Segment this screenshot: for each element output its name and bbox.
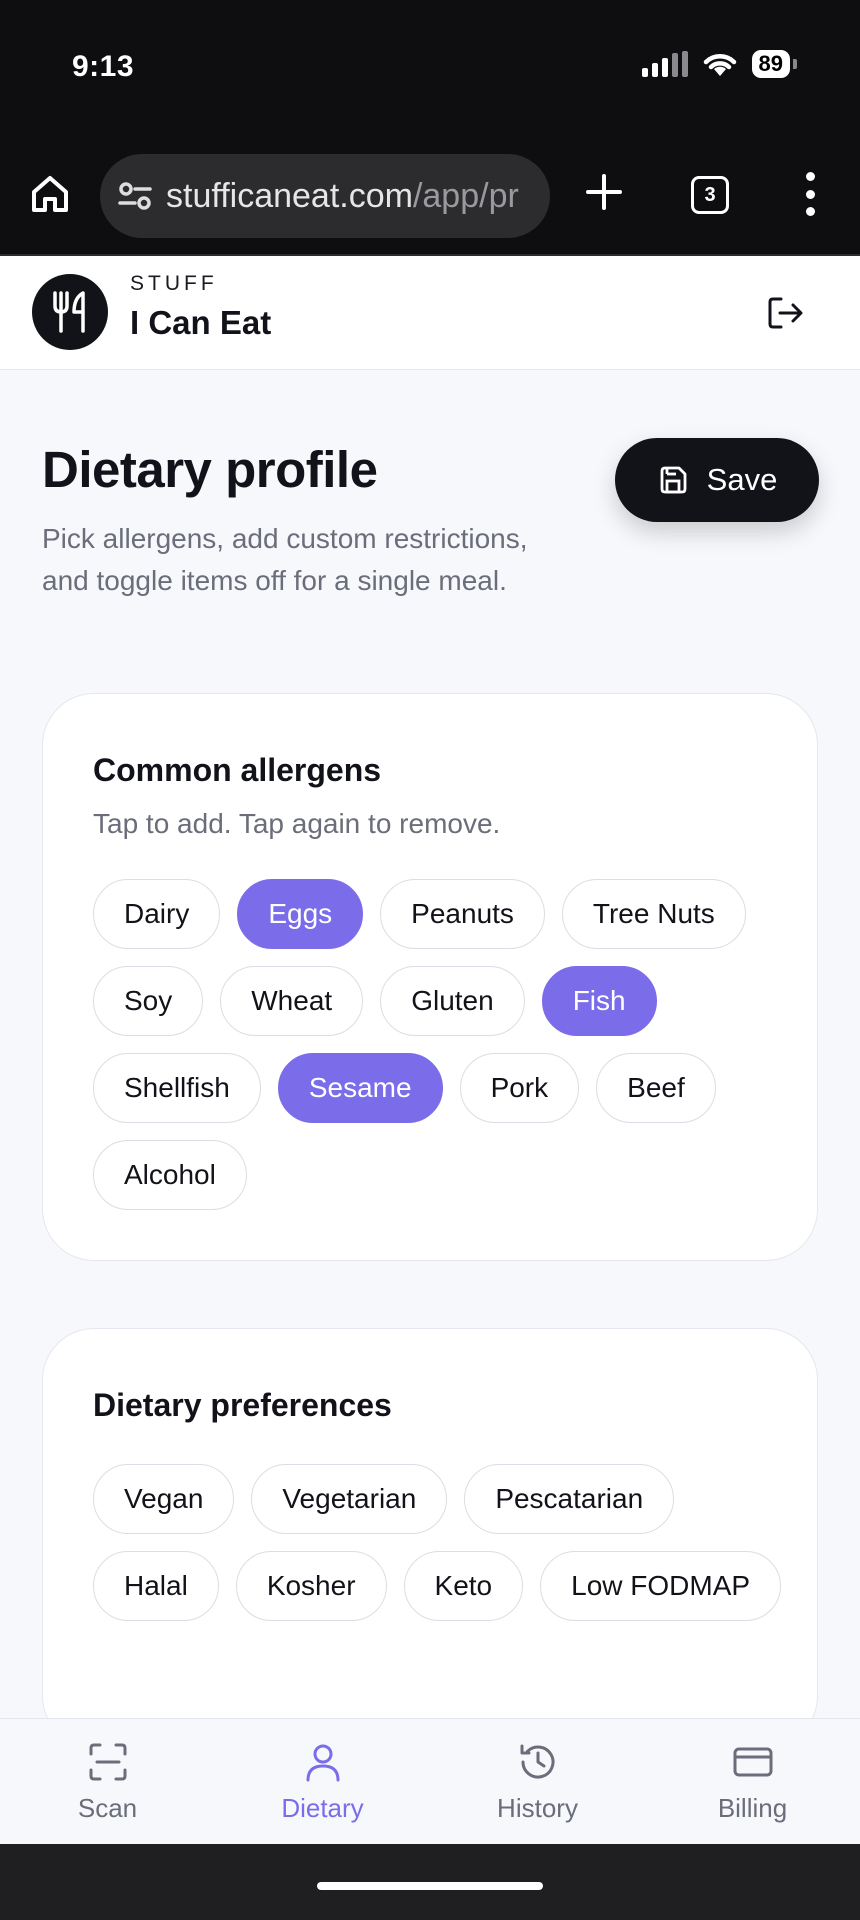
battery-indicator: 89 <box>751 50 798 78</box>
brand-tagline: STUFF <box>130 272 218 295</box>
tab-switcher-button[interactable]: 3 <box>691 176 729 214</box>
allergens-hint: Tap to add. Tap again to remove. <box>93 808 501 839</box>
preference-chip[interactable]: Keto <box>403 1551 524 1621</box>
system-home-bar <box>0 1844 860 1920</box>
url-domain: stufficaneat.com <box>166 176 413 215</box>
preferences-card: Dietary preferences Vegan Vegetarian Pes… <box>42 1328 818 1748</box>
preference-chip[interactable]: Pescatarian <box>464 1464 675 1534</box>
nav-scan[interactable]: Scan <box>0 1719 215 1844</box>
nav-history[interactable]: History <box>430 1719 645 1844</box>
nav-billing[interactable]: Billing <box>645 1719 860 1844</box>
allergen-chip[interactable]: Dairy <box>93 879 221 949</box>
preference-chip-list: Vegan Vegetarian Pescatarian Halal Koshe… <box>93 1464 783 1621</box>
allergen-chip[interactable]: Sesame <box>277 1053 443 1123</box>
save-button-label: Save <box>706 462 778 497</box>
allergen-chip[interactable]: Pork <box>459 1053 580 1123</box>
new-tab-icon[interactable] <box>582 170 626 214</box>
allergen-chip[interactable]: Peanuts <box>380 879 545 949</box>
address-bar[interactable]: stufficaneat.com/app/pr <box>100 154 550 238</box>
wifi-icon <box>703 54 736 76</box>
allergen-chip-list: Dairy Eggs Peanuts Tree Nuts Soy Wheat G… <box>93 879 783 1210</box>
history-icon <box>520 1744 554 1779</box>
nav-label: History <box>497 1793 578 1823</box>
allergen-chip[interactable]: Alcohol <box>93 1140 247 1210</box>
allergen-chip[interactable]: Wheat <box>220 966 364 1036</box>
fork-knife-icon <box>53 291 85 333</box>
logo <box>32 274 108 350</box>
page-title: Dietary profile <box>42 441 378 498</box>
bottom-nav: Scan Dietary History Billing <box>0 1718 860 1844</box>
save-icon <box>660 466 687 494</box>
url-path: /app/pr <box>412 176 519 215</box>
allergen-chip[interactable]: Soy <box>93 966 204 1036</box>
site-settings-icon[interactable] <box>118 181 152 211</box>
save-button[interactable]: Save <box>615 438 819 522</box>
preference-chip[interactable]: Kosher <box>235 1551 387 1621</box>
allergen-chip[interactable]: Tree Nuts <box>561 879 746 949</box>
allergens-card: Common allergens Tap to add. Tap again t… <box>42 693 818 1261</box>
logout-icon[interactable] <box>764 292 806 334</box>
allergen-chip[interactable]: Eggs <box>237 879 364 949</box>
preferences-title: Dietary preferences <box>93 1387 392 1423</box>
credit-card-icon <box>733 1747 772 1777</box>
allergen-chip[interactable]: Fish <box>541 966 657 1036</box>
preference-chip[interactable]: Low FODMAP <box>540 1551 782 1621</box>
status-icons: 89 <box>641 50 798 78</box>
nav-label: Scan <box>77 1793 138 1823</box>
allergens-title: Common allergens <box>93 752 382 788</box>
preference-chip[interactable]: Vegan <box>93 1464 235 1534</box>
allergen-chip[interactable]: Beef <box>596 1053 716 1123</box>
nav-label: Billing <box>717 1793 788 1823</box>
browser-toolbar: stufficaneat.com/app/pr 3 <box>0 140 860 256</box>
more-menu-icon[interactable] <box>802 172 818 216</box>
signal-icon <box>641 51 688 77</box>
status-bar: 9:13 89 <box>0 0 860 140</box>
scan-icon <box>89 1743 126 1781</box>
home-indicator[interactable] <box>317 1882 543 1890</box>
page-subtitle: Pick allergens, add custom restrictions,… <box>42 523 528 596</box>
person-icon <box>306 1744 339 1782</box>
preference-chip[interactable]: Halal <box>93 1551 219 1621</box>
nav-dietary[interactable]: Dietary <box>215 1719 430 1844</box>
status-time: 9:13 <box>72 50 135 83</box>
brand-name: I Can Eat <box>130 304 272 341</box>
allergen-chip[interactable]: Shellfish <box>93 1053 261 1123</box>
preference-chip[interactable]: Vegetarian <box>251 1464 448 1534</box>
url-text: stufficaneat.com/app/pr <box>166 177 519 216</box>
nav-label: Dietary <box>281 1793 364 1823</box>
home-icon[interactable] <box>28 172 72 216</box>
app-header: STUFF I Can Eat <box>0 256 860 370</box>
allergen-chip[interactable]: Gluten <box>380 966 525 1036</box>
